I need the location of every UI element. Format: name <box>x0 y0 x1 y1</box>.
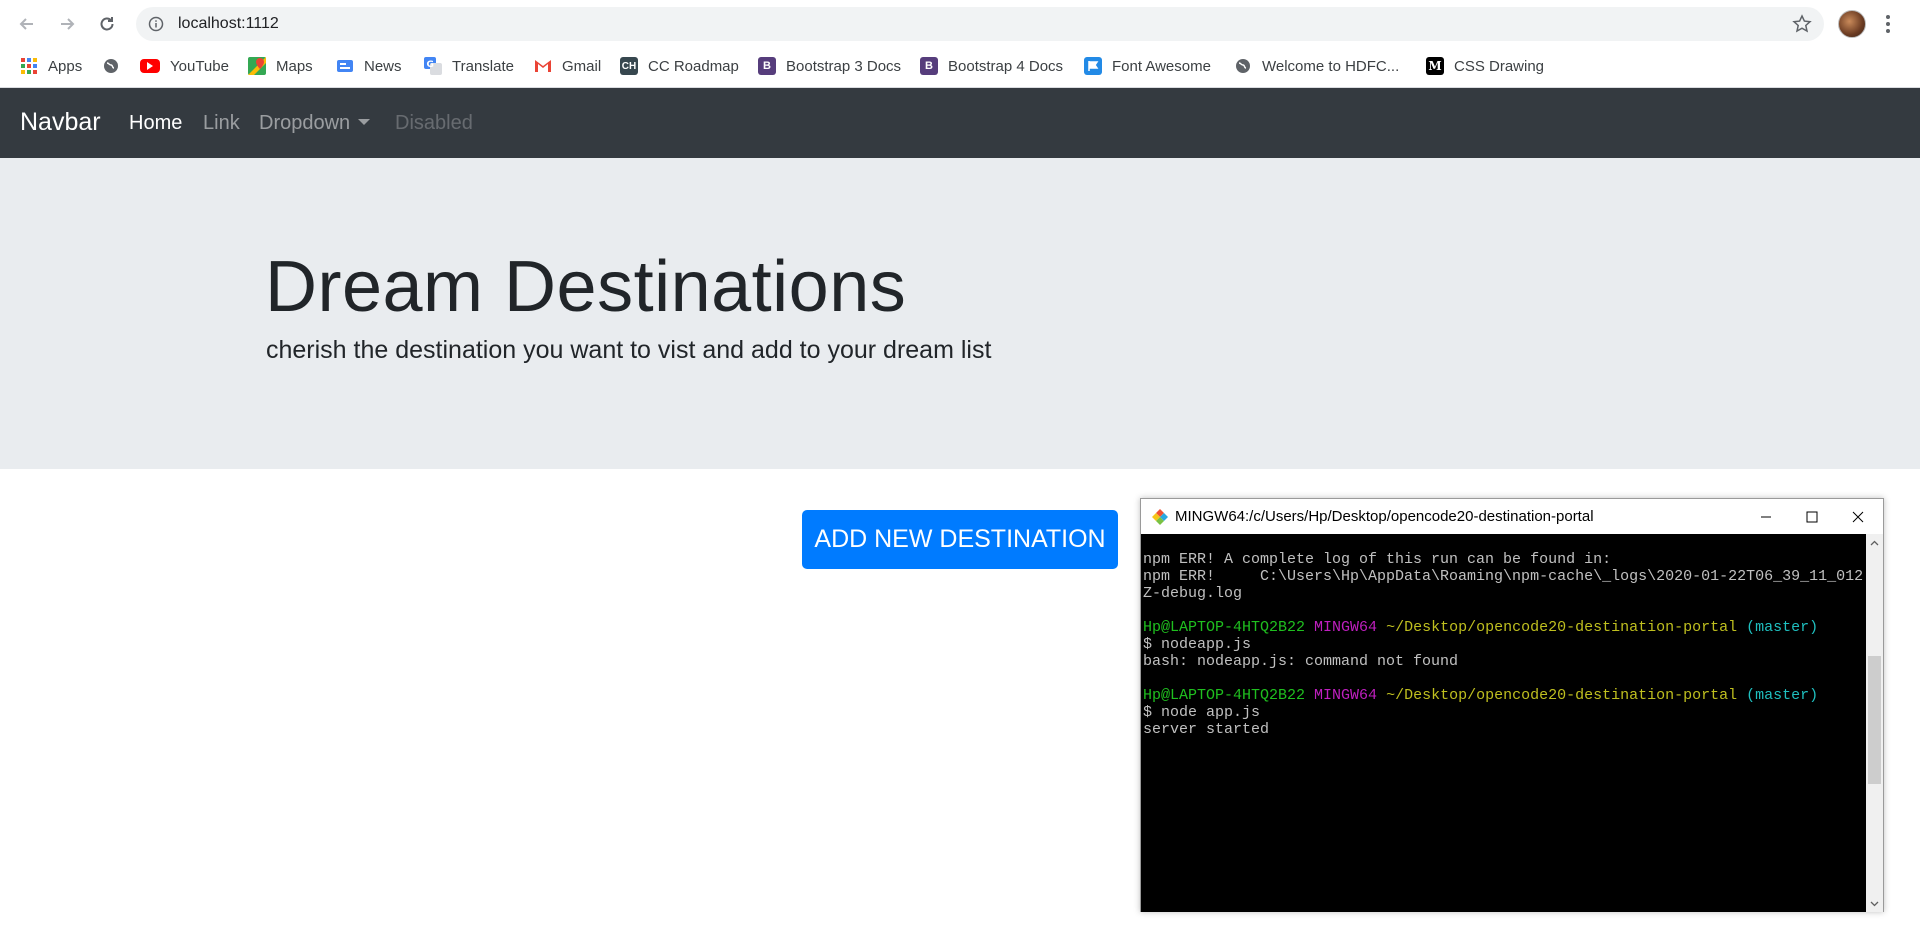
nav-link-disabled: Disabled <box>395 112 473 134</box>
bookmark-bootstrap4[interactable]: B Bootstrap 4 Docs <box>920 54 1063 78</box>
back-arrow-icon <box>19 18 33 30</box>
prompt-branch: (master) <box>1746 687 1819 704</box>
bookmark-label: Bootstrap 4 Docs <box>948 57 1064 75</box>
terminal-line: server started <box>1143 721 1270 738</box>
bookmark-bootstrap3[interactable]: B Bootstrap 3 Docs <box>758 54 901 78</box>
prompt-system: MINGW64 <box>1314 687 1378 704</box>
reload-button[interactable] <box>94 11 120 37</box>
caret-down-icon <box>358 118 371 125</box>
nav-link-link[interactable]: Link <box>203 112 240 135</box>
bookmark-label: CSS Drawing <box>1454 57 1545 75</box>
prompt-user: Hp@LAPTOP-4HTQ2B22 <box>1143 687 1306 704</box>
scroll-down-arrow-icon[interactable] <box>1866 895 1883 912</box>
apps-grid-icon <box>20 57 38 75</box>
prompt-user: Hp@LAPTOP-4HTQ2B22 <box>1143 619 1306 636</box>
terminal-prompt: Hp@LAPTOP-4HTQ2B22 MINGW64 ~/Desktop/ope… <box>1143 687 1866 704</box>
prompt-path: ~/Desktop/opencode20-destination-portal <box>1386 687 1738 704</box>
bookmark-label: News <box>364 57 402 75</box>
browser-toolbar: localhost:1112 <box>0 0 1920 46</box>
bookmark-label: Font Awesome <box>1112 57 1211 75</box>
bookmark-globe[interactable] <box>102 54 130 78</box>
terminal-line: npm ERR! C:\Users\Hp\AppData\Roaming\npm… <box>1143 568 1864 585</box>
terminal-command: $ node app.js <box>1143 704 1261 721</box>
bootstrap-icon: B <box>758 57 776 75</box>
youtube-icon <box>140 59 160 73</box>
address-bar[interactable]: localhost:1112 <box>136 7 1824 41</box>
bookmark-youtube[interactable]: YouTube <box>140 54 229 78</box>
bookmark-label: YouTube <box>170 57 229 75</box>
maximize-button[interactable] <box>1789 499 1835 534</box>
navbar-brand[interactable]: Navbar <box>20 108 101 137</box>
scroll-up-arrow-icon[interactable] <box>1866 534 1883 551</box>
globe-icon <box>1234 57 1252 75</box>
bookmark-translate[interactable]: G Translate <box>424 54 514 78</box>
browser-menu-icon[interactable] <box>1882 13 1894 35</box>
minimize-icon <box>1761 516 1771 517</box>
svg-text:G: G <box>427 60 434 70</box>
terminal-scrollbar[interactable] <box>1866 534 1883 912</box>
page-subtitle: cherish the destination you want to vist… <box>266 336 992 364</box>
url-text: localhost:1112 <box>178 15 279 32</box>
reload-icon <box>100 17 114 31</box>
back-button[interactable] <box>14 11 40 37</box>
prompt-path: ~/Desktop/opencode20-destination-portal <box>1386 619 1738 636</box>
translate-icon: G <box>424 57 442 75</box>
bookmark-css-drawing[interactable]: M CSS Drawing <box>1426 54 1544 78</box>
terminal-prompt: Hp@LAPTOP-4HTQ2B22 MINGW64 ~/Desktop/ope… <box>1143 619 1866 636</box>
forward-button[interactable] <box>54 11 80 37</box>
prompt-branch: (master) <box>1746 619 1819 636</box>
prompt-system: MINGW64 <box>1314 619 1378 636</box>
git-bash-icon <box>1152 509 1168 525</box>
bookmark-maps[interactable]: Maps <box>248 54 313 78</box>
terminal-titlebar[interactable]: MINGW64:/c/Users/Hp/Desktop/opencode20-d… <box>1141 499 1883 534</box>
maximize-icon <box>1806 511 1818 522</box>
terminal-window: MINGW64:/c/Users/Hp/Desktop/opencode20-d… <box>1140 498 1884 912</box>
bookmark-label: Bootstrap 3 Docs <box>786 57 902 75</box>
bookmarks-bar: Apps YouTube Maps News G Translate Gmail… <box>0 46 1920 88</box>
add-destination-button[interactable]: ADD NEW DESTINATION <box>802 510 1118 569</box>
bookmark-font-awesome[interactable]: Font Awesome <box>1084 54 1211 78</box>
terminal-line: Z-debug.log <box>1143 585 1243 602</box>
bookmark-label: Gmail <box>562 57 602 75</box>
gmail-icon <box>534 57 552 75</box>
ch-icon: CH <box>620 57 638 75</box>
nav-link-home[interactable]: Home <box>129 112 182 135</box>
terminal-title: MINGW64:/c/Users/Hp/Desktop/opencode20-d… <box>1175 508 1594 525</box>
page-title: Dream Destinations <box>265 247 907 327</box>
bookmark-label: Maps <box>276 57 313 75</box>
bookmark-label: CC Roadmap <box>648 57 739 75</box>
bookmark-gmail[interactable]: Gmail <box>534 54 601 78</box>
minimize-button[interactable] <box>1743 499 1789 534</box>
bookmark-label: Welcome to HDFC... <box>1262 57 1400 75</box>
info-icon <box>148 16 164 32</box>
site-navbar: Navbar Home Link Dropdown Disabled <box>0 88 1920 158</box>
maps-icon <box>248 57 266 75</box>
bookmark-hdfc[interactable]: Welcome to HDFC... <box>1234 54 1399 78</box>
terminal-command: $ nodeapp.js <box>1143 636 1252 653</box>
bookmark-label: Apps <box>48 57 83 75</box>
bookmark-apps[interactable]: Apps <box>20 54 82 78</box>
terminal-output[interactable]: npm ERR! A complete log of this run can … <box>1141 534 1866 912</box>
nav-dropdown-label: Dropdown <box>259 112 351 134</box>
bookmark-label: Translate <box>452 57 514 75</box>
news-icon <box>336 57 354 75</box>
bookmark-star-icon[interactable] <box>1792 14 1812 34</box>
medium-icon: M <box>1426 57 1444 75</box>
close-button[interactable] <box>1835 499 1881 534</box>
terminal-line: bash: nodeapp.js: command not found <box>1143 653 1459 670</box>
close-icon <box>1852 511 1864 522</box>
globe-icon <box>102 57 120 75</box>
profile-avatar[interactable] <box>1838 10 1866 38</box>
bookmark-news[interactable]: News <box>336 54 402 78</box>
terminal-line: npm ERR! A complete log of this run can … <box>1143 551 1612 568</box>
bootstrap-icon: B <box>920 57 938 75</box>
forward-arrow-icon <box>61 18 75 30</box>
scrollbar-thumb[interactable] <box>1868 656 1881 784</box>
jumbotron: Dream Destinations cherish the destinati… <box>0 158 1920 469</box>
font-awesome-flag-icon <box>1084 57 1102 75</box>
nav-dropdown[interactable]: Dropdown <box>259 112 371 135</box>
bookmark-cc-roadmap[interactable]: CH CC Roadmap <box>620 54 739 78</box>
